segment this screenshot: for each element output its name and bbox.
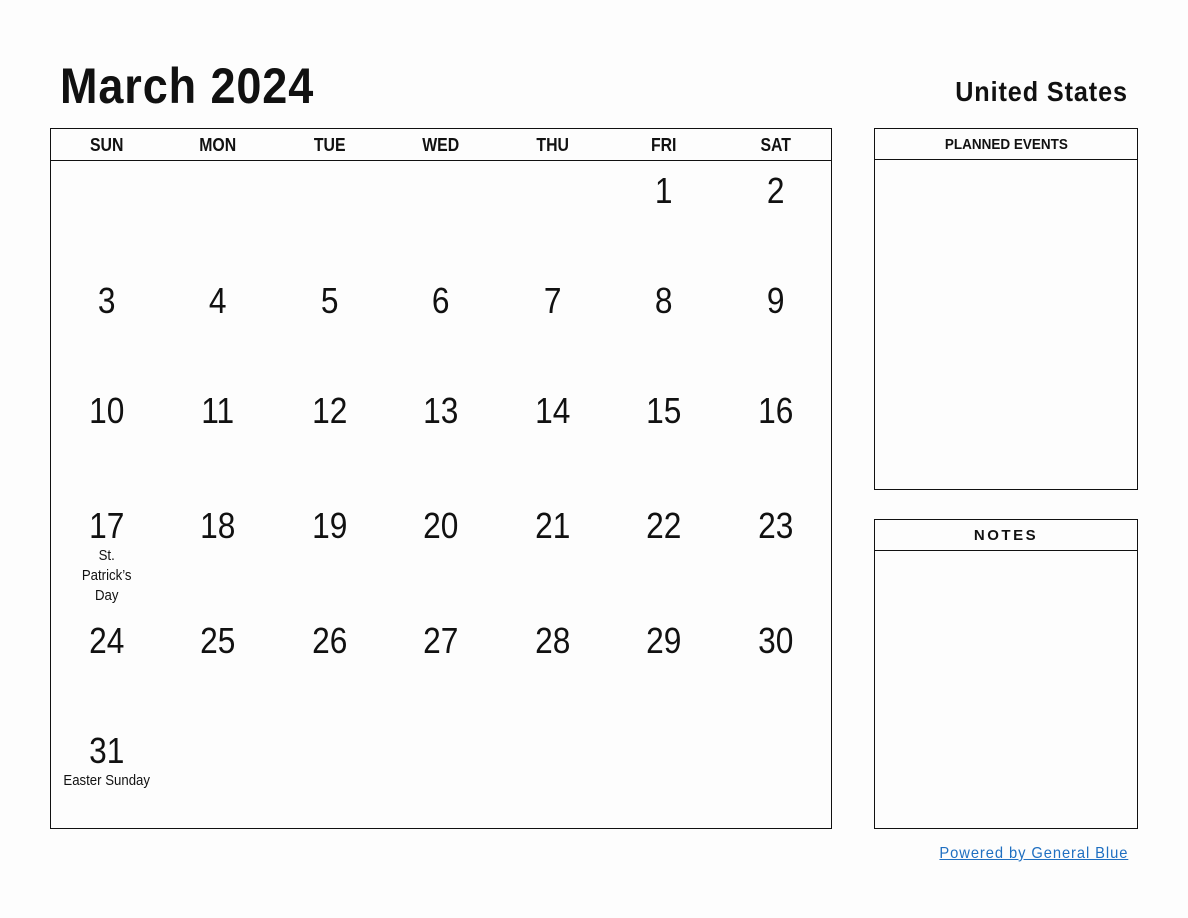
notes-area[interactable] (875, 551, 1137, 827)
day-number: 29 (646, 620, 682, 661)
day-cell: 4 (162, 281, 273, 321)
day-cell: 3 (51, 281, 162, 321)
day-cell: 25 (162, 621, 273, 661)
day-cell: 26 (274, 621, 385, 661)
day-cell: 29 (608, 621, 719, 661)
day-number: 3 (97, 280, 116, 321)
day-number: 16 (757, 390, 793, 431)
notes-label: NOTES (973, 527, 1039, 544)
planned-events-panel: PLANNED EVENTS (874, 128, 1138, 490)
day-cell: 28 (497, 621, 608, 661)
day-cell: 2 (720, 171, 831, 211)
day-number: 23 (757, 505, 793, 546)
weekday-header-row: SUN MON TUE WED THU FRI SAT (51, 129, 831, 161)
notes-header: NOTES (875, 520, 1137, 551)
day-number: 20 (423, 505, 459, 546)
day-number: 24 (89, 620, 125, 661)
weekday-sun: SUN (89, 135, 124, 155)
day-number: 18 (200, 505, 236, 546)
day-number: 14 (534, 390, 571, 431)
day-cell: 13 (385, 391, 496, 431)
page-title: March 2024 (60, 58, 315, 114)
day-cell: 20 (385, 506, 496, 546)
day-cell: 18 (162, 506, 273, 546)
day-cell: 12 (274, 391, 385, 431)
day-number: 27 (423, 620, 459, 661)
weekday-wed: WED (422, 135, 460, 155)
day-cell: 5 (274, 281, 385, 321)
day-number: 12 (311, 390, 348, 431)
weekday-mon: MON (199, 135, 237, 155)
weekday-sat: SAT (759, 135, 791, 155)
powered-by-link[interactable]: Powered by General Blue (939, 844, 1128, 864)
weekday-thu: THU (536, 135, 569, 155)
day-number: 4 (209, 280, 227, 321)
day-cell: 24 (51, 621, 162, 661)
day-number: 17 (89, 505, 125, 546)
planned-events-label: PLANNED EVENTS (944, 136, 1068, 153)
holiday-label: St. Patrick’s Day (81, 547, 132, 604)
planned-events-area[interactable] (875, 160, 1137, 488)
day-number: 11 (201, 390, 235, 431)
day-cell: 23 (720, 506, 831, 546)
day-cell: 16 (720, 391, 831, 431)
day-cell: 22 (608, 506, 719, 546)
day-number: 31 (89, 730, 125, 771)
weekday-tue: TUE (313, 135, 346, 155)
day-cell: 21 (497, 506, 608, 546)
day-number: 6 (432, 280, 450, 321)
day-cell: 14 (497, 391, 608, 431)
day-number: 19 (311, 505, 348, 546)
day-number: 5 (320, 280, 339, 321)
holiday-label: Easter Sunday (63, 772, 150, 789)
day-number: 7 (543, 280, 562, 321)
weekday-fri: FRI (651, 135, 677, 155)
day-cell: 10 (51, 391, 162, 431)
day-cell: 8 (608, 281, 719, 321)
day-number: 28 (534, 620, 571, 661)
country-label: United States (955, 76, 1128, 107)
day-cell: 30 (720, 621, 831, 661)
day-cell: 19 (274, 506, 385, 546)
day-cell: 27 (385, 621, 496, 661)
day-cell: 9 (720, 281, 831, 321)
calendar-grid: SUN MON TUE WED THU FRI SAT 1 2 3 4 5 6 7 8 9 10 1… (50, 128, 832, 829)
day-number: 30 (757, 620, 793, 661)
day-cell: 6 (385, 281, 496, 321)
day-cell: 31 Easter Sunday (51, 731, 162, 791)
day-number: 1 (655, 170, 673, 211)
day-cell: 7 (497, 281, 608, 321)
planned-events-header: PLANNED EVENTS (875, 129, 1137, 160)
day-number: 22 (646, 505, 682, 546)
notes-panel: NOTES (874, 519, 1138, 829)
day-number: 21 (534, 505, 571, 546)
day-cell: 11 (162, 391, 273, 431)
day-number: 13 (423, 390, 459, 431)
day-number: 26 (311, 620, 348, 661)
day-number: 2 (766, 170, 785, 211)
day-number: 10 (89, 390, 125, 431)
day-cell: 1 (608, 171, 719, 211)
day-cell: 15 (608, 391, 719, 431)
day-number: 15 (646, 390, 682, 431)
day-number: 25 (200, 620, 236, 661)
day-number: 9 (766, 280, 785, 321)
day-number: 8 (655, 280, 673, 321)
day-cell: 17 St. Patrick’s Day (51, 506, 162, 606)
